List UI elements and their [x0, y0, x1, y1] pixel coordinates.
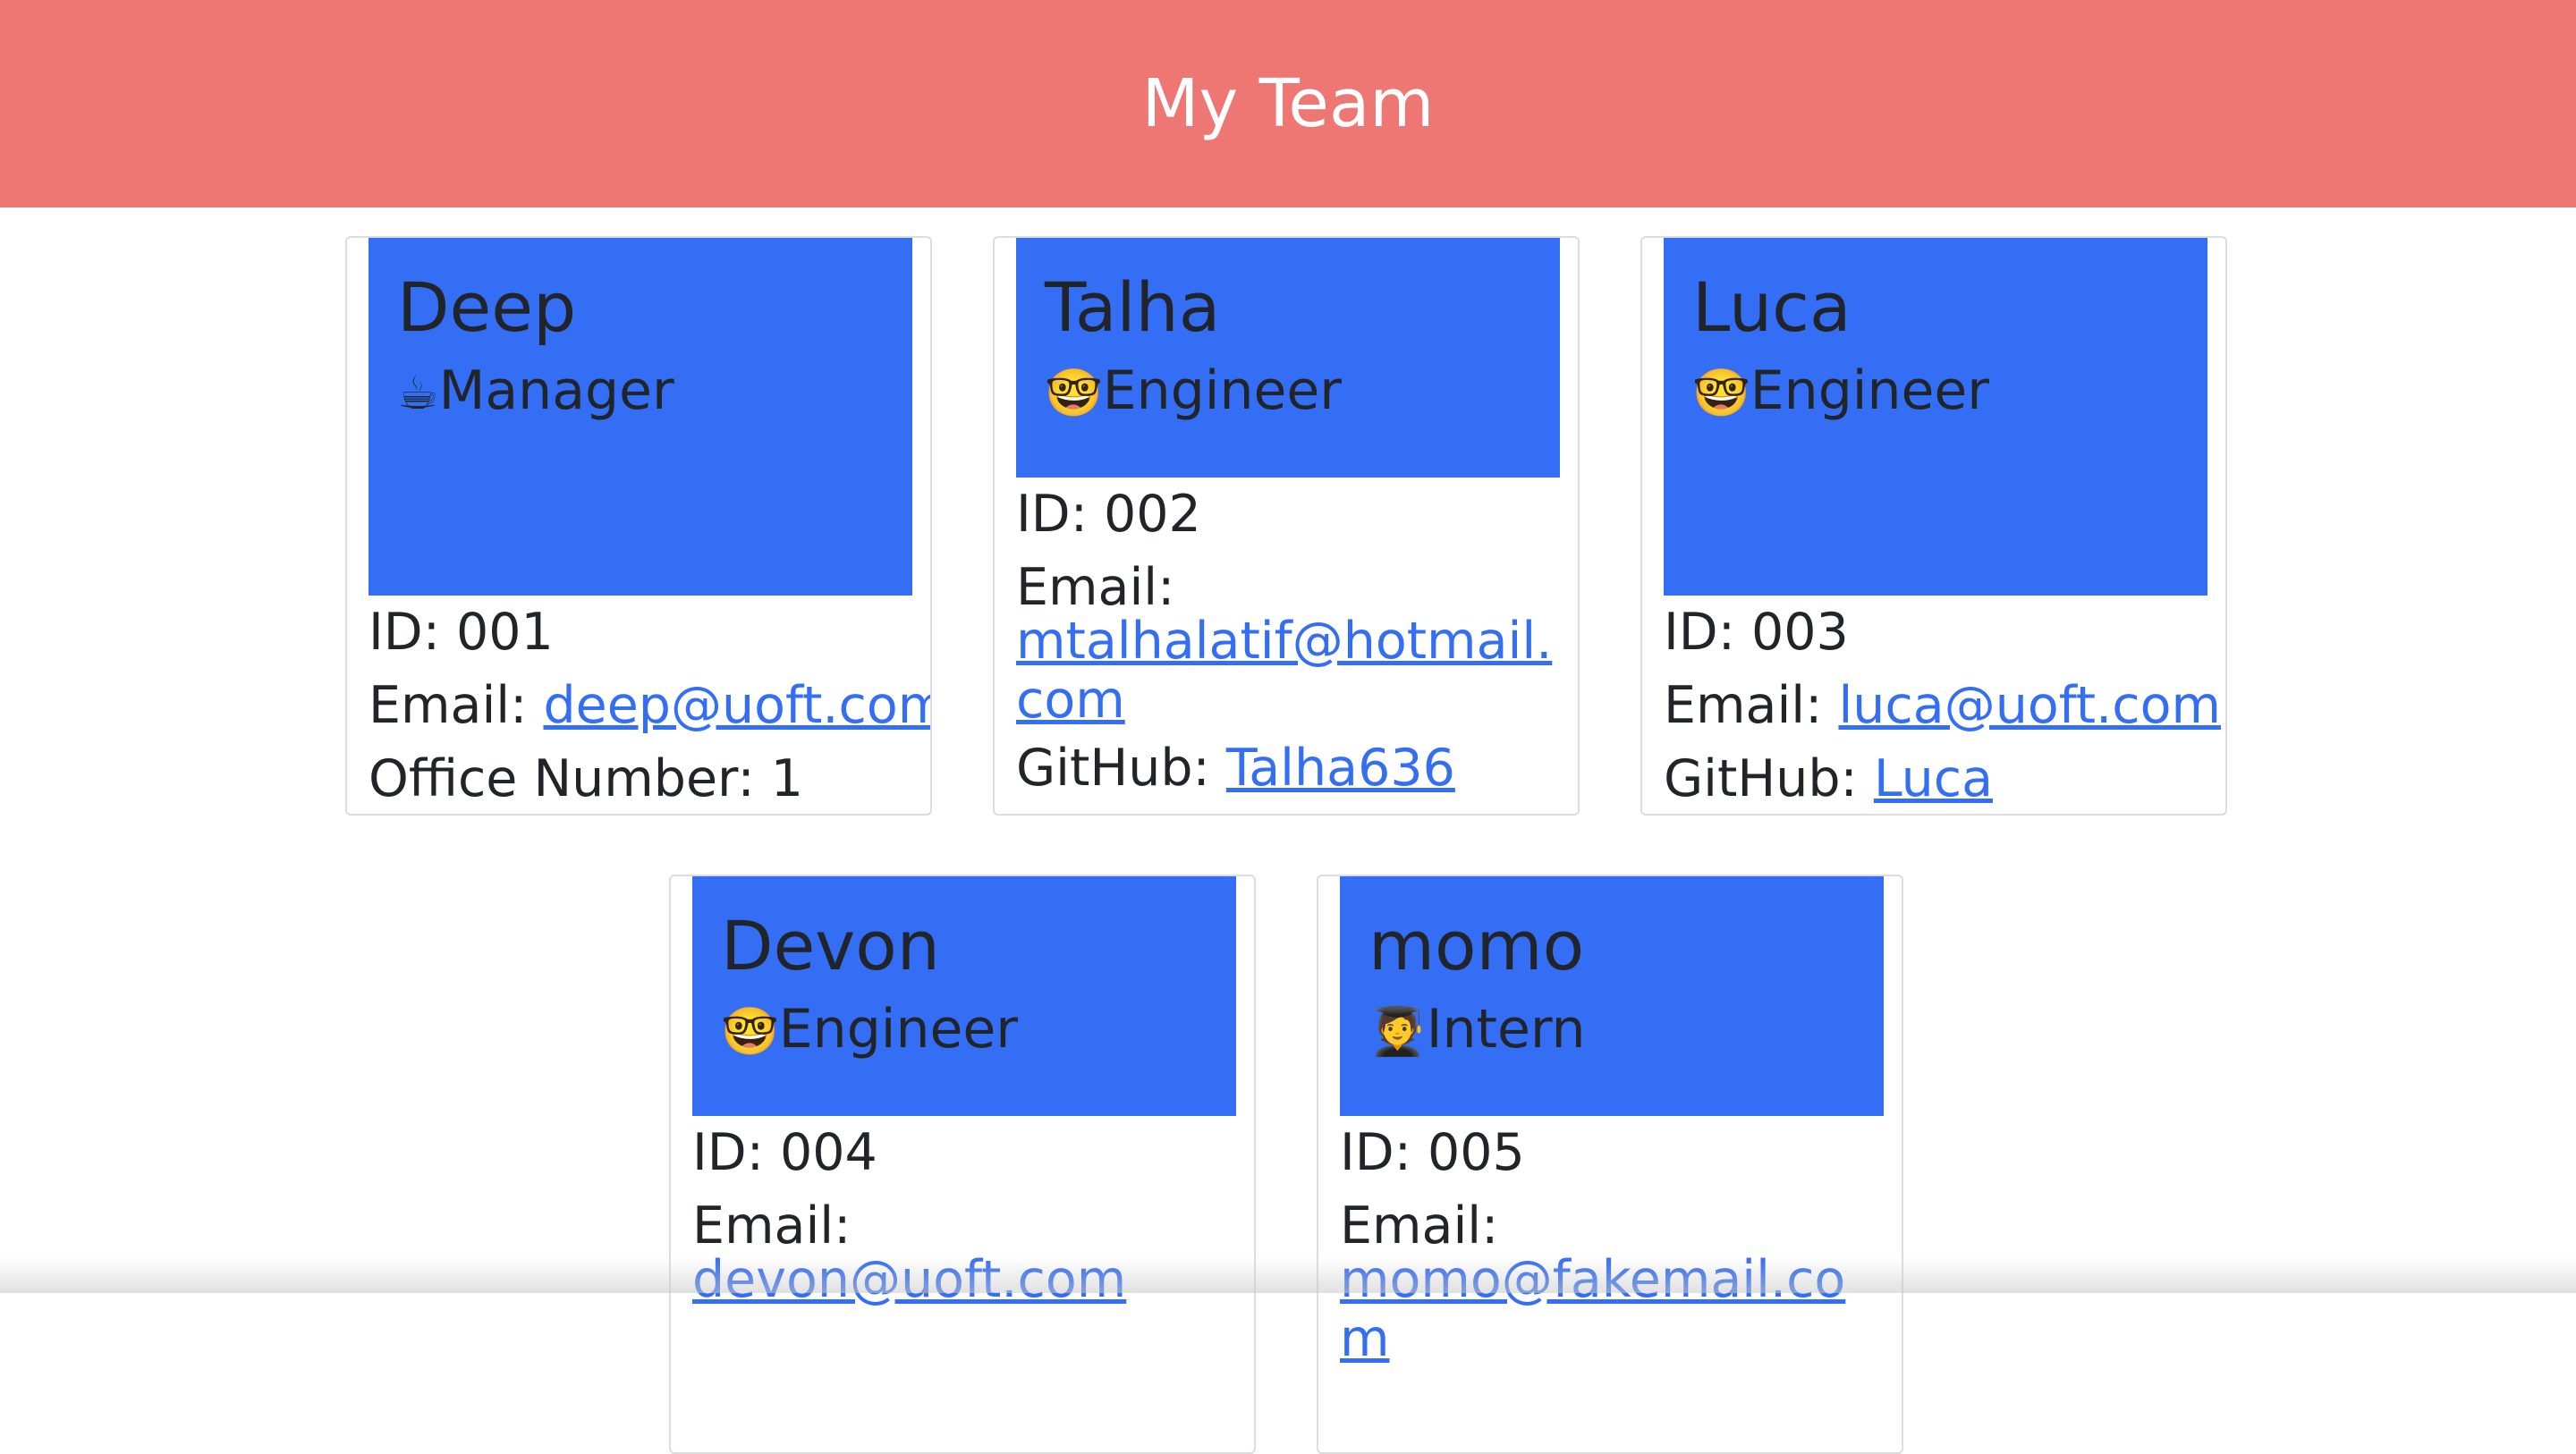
employee-name: momo [1368, 909, 1884, 984]
employee-name: Talha [1045, 270, 1560, 345]
card-body: ID: 003 Email: luca@uoft.com GitHub: Luc… [1664, 596, 2218, 816]
id-label: ID: [1340, 1123, 1428, 1182]
page-header: My Team [0, 0, 2576, 207]
id-value: 003 [1751, 603, 1849, 662]
id-value: 004 [780, 1123, 877, 1182]
employee-card-devon: Devon 🤓Engineer ID: 004 Email: devon@uof… [669, 875, 1256, 1454]
employee-card-momo: momo 🧑‍🎓Intern ID: 005 Email: momo@fakem… [1317, 875, 1903, 1454]
card-header: Deep ☕Manager [369, 238, 912, 596]
card-body: ID: 002 Email: mtalhalatif@hotmail.com G… [1016, 478, 1553, 805]
github-label: GitHub: [1664, 749, 1874, 808]
id-value: 001 [456, 603, 554, 662]
email-link[interactable]: mtalhalatif@hotmail.com [1016, 612, 1552, 730]
card-header: momo 🧑‍🎓Intern [1340, 876, 1884, 1116]
coffee-icon: ☕ [397, 367, 439, 420]
employee-github: GitHub: Talha636 [1016, 731, 1553, 805]
email-label: Email: [369, 676, 543, 735]
nerd-face-icon: 🤓 [721, 1005, 779, 1059]
employee-github: GitHub: Luca [1664, 742, 2218, 816]
id-label: ID: [369, 603, 456, 662]
employee-id: ID: 002 [1016, 478, 1553, 551]
graduate-icon: 🧑‍🎓 [1368, 1005, 1427, 1059]
bottom-shadow [0, 1257, 2576, 1293]
office-label: Office Number: [369, 749, 771, 808]
employee-card-deep: Deep ☕Manager ID: 001 Email: deep@uoft.c… [345, 236, 932, 816]
card-body: ID: 005 Email: momo@fakemail.com [1340, 1116, 1894, 1368]
employee-office: Office Number: 1 [369, 742, 923, 816]
github-label: GitHub: [1016, 739, 1226, 798]
employee-role: ☕Manager [397, 359, 912, 425]
employee-id: ID: 001 [369, 596, 923, 669]
card-header: Talha 🤓Engineer [1016, 238, 1560, 478]
email-link[interactable]: luca@uoft.com [1838, 676, 2221, 735]
email-label: Email: [1664, 676, 1838, 735]
role-label: Engineer [1750, 359, 1989, 422]
office-value: 1 [771, 749, 803, 808]
card-header: Devon 🤓Engineer [692, 876, 1236, 1116]
id-label: ID: [1664, 603, 1751, 662]
employee-name: Luca [1692, 270, 2207, 345]
role-label: Engineer [779, 998, 1018, 1061]
employee-id: ID: 003 [1664, 596, 2218, 669]
email-link[interactable]: deep@uoft.com [543, 676, 932, 735]
employee-email: mtalhalatif@hotmail.com [1016, 612, 1553, 730]
github-link[interactable]: Talha636 [1226, 739, 1455, 798]
employee-card-talha: Talha 🤓Engineer ID: 002 Email: mtalhalat… [993, 236, 1580, 816]
employee-email: Email: deep@uoft.com [369, 669, 923, 742]
card-header: Luca 🤓Engineer [1664, 238, 2207, 596]
id-value: 002 [1104, 485, 1201, 544]
employee-role: 🤓Engineer [1045, 359, 1560, 425]
employee-card-luca: Luca 🤓Engineer ID: 003 Email: luca@uoft.… [1640, 236, 2227, 816]
employee-role: 🧑‍🎓Intern [1368, 998, 1884, 1063]
employee-id: ID: 005 [1340, 1116, 1894, 1189]
id-label: ID: [692, 1123, 780, 1182]
nerd-face-icon: 🤓 [1045, 367, 1103, 420]
employee-role: 🤓Engineer [721, 998, 1236, 1063]
employee-name: Devon [721, 909, 1236, 984]
employee-role: 🤓Engineer [1692, 359, 2207, 425]
page-title: My Team [1142, 65, 1435, 142]
role-label: Intern [1427, 998, 1586, 1061]
employee-email: Email: luca@uoft.com [1664, 669, 2218, 742]
github-link[interactable]: Luca [1874, 749, 1993, 808]
employee-name: Deep [397, 270, 912, 345]
nerd-face-icon: 🤓 [1692, 367, 1750, 420]
id-label: ID: [1016, 485, 1104, 544]
employee-id: ID: 004 [692, 1116, 1247, 1189]
role-label: Engineer [1103, 359, 1342, 422]
role-label: Manager [439, 359, 674, 422]
id-value: 005 [1428, 1123, 1525, 1182]
card-body: ID: 001 Email: deep@uoft.com Office Numb… [369, 596, 923, 816]
